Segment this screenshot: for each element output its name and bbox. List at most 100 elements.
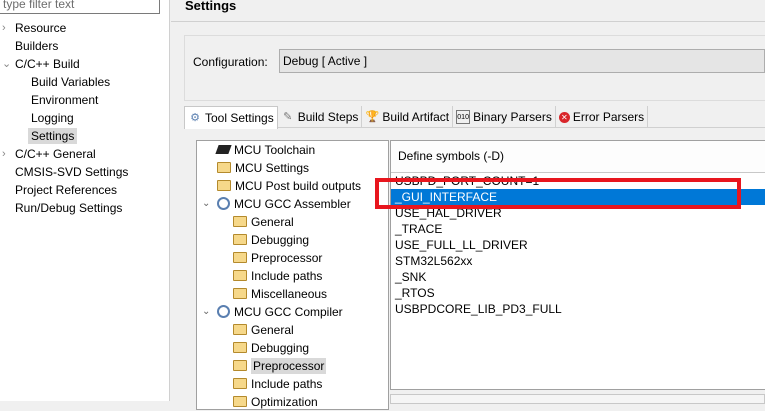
nav-item[interactable]: › C/C++ General xyxy=(0,145,170,163)
nav-item[interactable]: Logging xyxy=(0,109,170,127)
tree-item[interactable]: MCU Settings xyxy=(197,159,388,177)
tree-item[interactable]: Optimization xyxy=(197,393,388,411)
build-steps-icon: ✎ xyxy=(283,111,293,123)
tree-item[interactable]: MCU Post build outputs xyxy=(197,177,388,195)
tab-label: Binary Parsers xyxy=(473,110,552,124)
tree-item[interactable]: Miscellaneous xyxy=(197,285,388,303)
nav-item[interactable]: › Resource xyxy=(0,19,170,37)
tab-bar: ⚙ Tool Settings ✎ Build Steps 🏆 Build Artif… xyxy=(184,106,765,129)
tab-error-parsers[interactable]: ✕ Error Parsers xyxy=(556,106,649,128)
tree-item-label: Debugging xyxy=(251,341,310,355)
folder-icon xyxy=(233,360,247,371)
tree-item-label: Include paths xyxy=(251,269,323,283)
tree-item-label: Preprocessor xyxy=(251,251,323,265)
nav-item-label: Settings xyxy=(28,128,78,144)
folder-icon xyxy=(233,288,247,299)
tab-label: Tool Settings xyxy=(205,111,274,125)
chip-icon xyxy=(215,145,232,154)
nav-item[interactable]: Run/Debug Settings xyxy=(0,199,170,217)
tab-build-artifact[interactable]: 🏆 Build Artifact xyxy=(362,106,454,128)
nav-item-label: Run/Debug Settings xyxy=(15,201,123,215)
folder-icon xyxy=(233,234,247,245)
tab-binary-parsers[interactable]: 010 Binary Parsers xyxy=(453,106,556,128)
nav-item[interactable]: Build Variables xyxy=(0,73,170,91)
gear-icon xyxy=(217,305,230,318)
property-nav-tree: › Resource Builders ⌄ C/C++ Build Build Varia… xyxy=(0,19,170,217)
chevron-right-icon[interactable]: › xyxy=(2,19,6,37)
tree-item-label: General xyxy=(251,323,294,337)
define-symbols-header: Define symbols (-D) xyxy=(391,141,765,173)
gear-icon xyxy=(217,197,230,210)
tab-label: Error Parsers xyxy=(572,110,645,124)
configuration-label: Configuration: xyxy=(193,55,268,69)
tree-item-label: Optimization xyxy=(251,395,318,409)
tab-label: Build Steps xyxy=(297,110,359,124)
nav-item-label: Logging xyxy=(31,111,74,125)
chevron-down-icon[interactable]: ⌄ xyxy=(202,195,210,213)
folder-icon xyxy=(217,162,231,173)
symbol-item[interactable]: USBPDCORE_LIB_PD3_FULL xyxy=(391,301,765,317)
tree-item[interactable]: Debugging xyxy=(197,339,388,357)
tool-settings-tree: MCU Toolchain MCU Settings MCU Post build … xyxy=(196,140,389,410)
binary-file-icon: 010 xyxy=(456,110,471,124)
tree-item-label: Debugging xyxy=(251,233,310,247)
nav-item[interactable]: ⌄ C/C++ Build xyxy=(0,55,170,73)
tree-item[interactable]: Include paths xyxy=(197,375,388,393)
configuration-group: Configuration: Debug [ Active ] xyxy=(184,35,765,101)
symbol-item[interactable]: STM32L562xx xyxy=(391,253,765,269)
chevron-right-icon[interactable]: › xyxy=(2,145,6,163)
tab-label: Build Artifact xyxy=(382,110,450,124)
tree-item-label: MCU GCC Assembler xyxy=(234,197,351,211)
chevron-down-icon[interactable]: ⌄ xyxy=(202,303,210,321)
nav-item-label: Resource xyxy=(15,21,67,35)
folder-icon xyxy=(233,396,247,407)
tree-item-label: Preprocessor xyxy=(251,358,327,374)
configuration-select[interactable]: Debug [ Active ] xyxy=(279,49,765,73)
trophy-icon: 🏆 xyxy=(365,111,380,123)
nav-item-label: CMSIS-SVD Settings xyxy=(15,165,129,179)
folder-icon xyxy=(233,216,247,227)
symbol-item[interactable]: _RTOS xyxy=(391,285,765,301)
tool-settings-icon: ⚙ xyxy=(190,112,200,124)
highlight-annotation-box xyxy=(375,178,741,209)
symbol-item[interactable]: _SNK xyxy=(391,269,765,285)
tree-item[interactable]: MCU Toolchain xyxy=(197,141,388,159)
nav-item[interactable]: Environment xyxy=(0,91,170,109)
tree-item-label: MCU GCC Compiler xyxy=(234,305,343,319)
nav-item-label: C/C++ General xyxy=(15,147,96,161)
tree-item[interactable]: General xyxy=(197,213,388,231)
folder-icon xyxy=(233,252,247,263)
tree-item[interactable]: Include paths xyxy=(197,267,388,285)
property-nav-panel: type filter text › Resource Builders ⌄ C/C++… xyxy=(0,0,170,401)
nav-item-label: C/C++ Build xyxy=(15,57,80,71)
undefine-symbols-panel xyxy=(390,394,765,404)
tree-item-label: Include paths xyxy=(251,377,323,391)
nav-item-label: Environment xyxy=(31,93,99,107)
tree-item[interactable]: ⌄ MCU GCC Assembler xyxy=(197,195,388,213)
nav-item[interactable]: Project References xyxy=(0,181,170,199)
tree-item[interactable]: Debugging xyxy=(197,231,388,249)
chevron-down-icon[interactable]: ⌄ xyxy=(2,55,11,73)
nav-item[interactable]: CMSIS-SVD Settings xyxy=(0,163,170,181)
tree-item[interactable]: ⌄ MCU GCC Compiler xyxy=(197,303,388,321)
tree-item[interactable]: Preprocessor xyxy=(197,357,388,375)
nav-item-label: Build Variables xyxy=(31,75,111,89)
symbol-item[interactable]: _TRACE xyxy=(391,221,765,237)
tab-build-steps[interactable]: ✎ Build Steps xyxy=(278,106,363,128)
filter-input[interactable]: type filter text xyxy=(0,0,160,14)
nav-item[interactable]: Builders xyxy=(0,37,170,55)
folder-icon xyxy=(233,324,247,335)
page-title: Settings xyxy=(185,0,237,13)
tree-item[interactable]: Preprocessor xyxy=(197,249,388,267)
error-icon: ✕ xyxy=(558,111,570,123)
tab-tool-settings[interactable]: ⚙ Tool Settings xyxy=(184,106,278,129)
tree-item-label: MCU Toolchain xyxy=(234,143,316,157)
nav-item-label: Builders xyxy=(15,39,59,53)
folder-icon xyxy=(233,342,247,353)
divider xyxy=(171,21,765,22)
symbol-item[interactable]: USE_FULL_LL_DRIVER xyxy=(391,237,765,253)
folder-icon xyxy=(233,378,247,389)
tree-item[interactable]: General xyxy=(197,321,388,339)
folder-icon xyxy=(217,180,231,191)
nav-item[interactable]: Settings xyxy=(0,127,170,145)
